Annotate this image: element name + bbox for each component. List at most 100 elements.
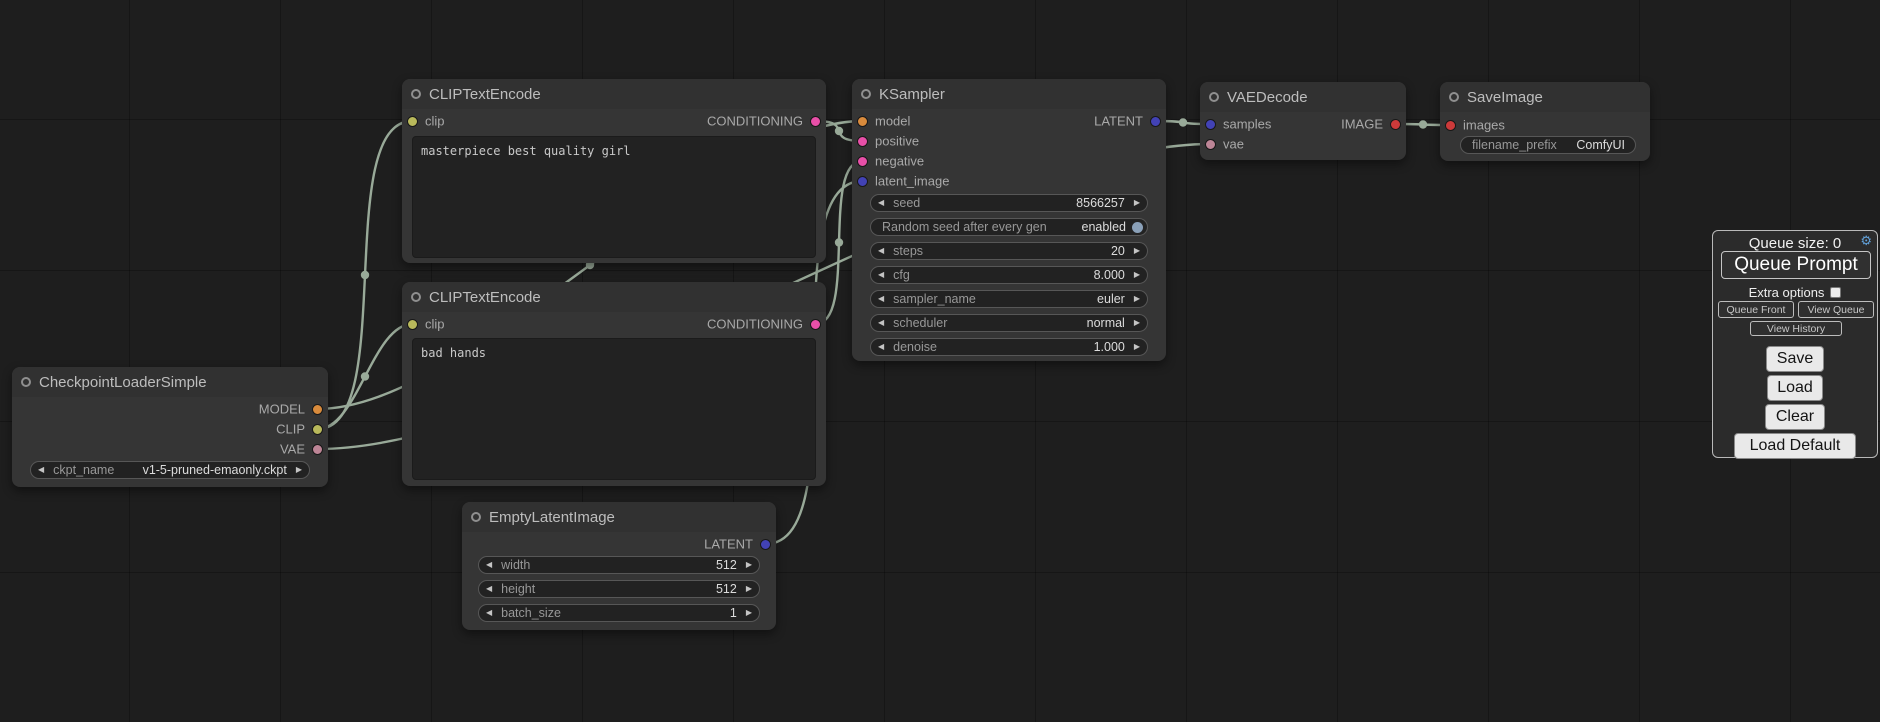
node-clip-text-encode-positive[interactable]: CLIPTextEncode clip CONDITIONING masterp… xyxy=(402,79,826,263)
prev-value-icon[interactable] xyxy=(38,466,44,474)
node-empty-latent-image[interactable]: EmptyLatentImage LATENT width 512 height… xyxy=(462,502,776,630)
save-button[interactable]: Save xyxy=(1766,346,1824,372)
collapse-icon[interactable] xyxy=(861,89,871,99)
node-header[interactable]: CheckpointLoaderSimple xyxy=(12,367,328,397)
node-header[interactable]: SaveImage xyxy=(1440,82,1650,112)
clip-port-icon[interactable] xyxy=(312,424,323,435)
node-header[interactable]: VAEDecode xyxy=(1200,82,1406,112)
widget-label: sampler_name xyxy=(893,292,976,306)
decrement-icon[interactable] xyxy=(486,561,492,569)
negative-prompt-textarea[interactable]: bad hands xyxy=(412,338,816,480)
increment-icon[interactable] xyxy=(1134,199,1140,207)
next-value-icon[interactable] xyxy=(1134,319,1140,327)
toggle-on-icon[interactable] xyxy=(1132,222,1143,233)
next-value-icon[interactable] xyxy=(296,466,302,474)
node-save-image[interactable]: SaveImage images filename_prefix ComfyUI xyxy=(1440,82,1650,161)
load-button[interactable]: Load xyxy=(1767,375,1823,401)
decrement-icon[interactable] xyxy=(878,343,884,351)
queue-size-label: Queue size: 0 xyxy=(1713,235,1877,252)
decrement-icon[interactable] xyxy=(878,199,884,207)
width-widget[interactable]: width 512 xyxy=(478,556,760,574)
node-clip-text-encode-negative[interactable]: CLIPTextEncode clip CONDITIONING bad han… xyxy=(402,282,826,486)
widget-value: 512 xyxy=(716,582,737,596)
conditioning-port-icon[interactable] xyxy=(810,116,821,127)
decrement-icon[interactable] xyxy=(878,271,884,279)
queue-front-button[interactable]: Queue Front xyxy=(1718,301,1794,318)
extra-options-label: Extra options xyxy=(1749,285,1825,300)
decrement-icon[interactable] xyxy=(486,609,492,617)
sampler-name-widget[interactable]: sampler_name euler xyxy=(870,290,1148,308)
view-history-button[interactable]: View History xyxy=(1750,321,1842,336)
increment-icon[interactable] xyxy=(1134,343,1140,351)
settings-gear-icon[interactable] xyxy=(1860,234,1872,247)
output-slot-clip: CLIP xyxy=(12,420,328,438)
clear-button[interactable]: Clear xyxy=(1765,404,1825,430)
slot-label: images xyxy=(1463,118,1505,133)
widget-label: batch_size xyxy=(501,606,561,620)
latent-port-icon[interactable] xyxy=(1150,116,1161,127)
extra-options-checkbox[interactable] xyxy=(1830,287,1841,298)
widget-value: enabled xyxy=(1082,220,1127,234)
seed-widget[interactable]: seed 8566257 xyxy=(870,194,1148,212)
widget-label: Random seed after every gen xyxy=(882,220,1047,234)
node-header[interactable]: EmptyLatentImage xyxy=(462,502,776,532)
view-queue-button[interactable]: View Queue xyxy=(1798,301,1874,318)
widget-value: 1 xyxy=(730,606,737,620)
node-header[interactable]: CLIPTextEncode xyxy=(402,282,826,312)
output-slot-conditioning: CONDITIONING xyxy=(402,112,826,130)
input-slot-vae: vae xyxy=(1200,135,1406,153)
collapse-icon[interactable] xyxy=(1209,92,1219,102)
increment-icon[interactable] xyxy=(746,561,752,569)
image-port-icon[interactable] xyxy=(1390,119,1401,130)
node-checkpoint-loader-simple[interactable]: CheckpointLoaderSimple MODEL CLIP VAE ck… xyxy=(12,367,328,487)
scheduler-widget[interactable]: scheduler normal xyxy=(870,314,1148,332)
prev-value-icon[interactable] xyxy=(878,319,884,327)
decrement-icon[interactable] xyxy=(878,247,884,255)
widget-value: 8.000 xyxy=(1094,268,1125,282)
model-port-icon[interactable] xyxy=(312,404,323,415)
node-header[interactable]: CLIPTextEncode xyxy=(402,79,826,109)
widget-value: normal xyxy=(1087,316,1125,330)
comfyui-node-canvas[interactable]: { "colors": { "MODEL": "#d98b3c", "CLIP"… xyxy=(0,0,1880,722)
positive-prompt-textarea[interactable]: masterpiece best quality girl xyxy=(412,136,816,258)
image-port-icon[interactable] xyxy=(1445,120,1456,131)
increment-icon[interactable] xyxy=(746,585,752,593)
conditioning-port-icon[interactable] xyxy=(810,319,821,330)
vae-port-icon[interactable] xyxy=(1205,139,1216,150)
steps-widget[interactable]: steps 20 xyxy=(870,242,1148,260)
ckpt-name-widget[interactable]: ckpt_name v1-5-pruned-emaonly.ckpt xyxy=(30,461,310,479)
collapse-icon[interactable] xyxy=(471,512,481,522)
collapse-icon[interactable] xyxy=(411,89,421,99)
collapse-icon[interactable] xyxy=(1449,92,1459,102)
increment-icon[interactable] xyxy=(746,609,752,617)
cfg-widget[interactable]: cfg 8.000 xyxy=(870,266,1148,284)
random-seed-toggle-widget[interactable]: Random seed after every gen enabled xyxy=(870,218,1148,236)
increment-icon[interactable] xyxy=(1134,247,1140,255)
decrement-icon[interactable] xyxy=(486,585,492,593)
widget-value: ComfyUI xyxy=(1576,138,1625,152)
latent-port-icon[interactable] xyxy=(857,176,868,187)
queue-prompt-button[interactable]: Queue Prompt xyxy=(1721,251,1871,279)
widget-label: scheduler xyxy=(893,316,947,330)
latent-port-icon[interactable] xyxy=(760,539,771,550)
filename-prefix-widget[interactable]: filename_prefix ComfyUI xyxy=(1460,136,1636,154)
node-header[interactable]: KSampler xyxy=(852,79,1166,109)
denoise-widget[interactable]: denoise 1.000 xyxy=(870,338,1148,356)
node-title: CheckpointLoaderSimple xyxy=(39,374,207,391)
node-ksampler[interactable]: KSampler model positive negative latent_… xyxy=(852,79,1166,361)
widget-value: 8566257 xyxy=(1076,196,1125,210)
vae-port-icon[interactable] xyxy=(312,444,323,455)
prev-value-icon[interactable] xyxy=(878,295,884,303)
widget-value: 20 xyxy=(1111,244,1125,258)
batch-size-widget[interactable]: batch_size 1 xyxy=(478,604,760,622)
collapse-icon[interactable] xyxy=(21,377,31,387)
node-vae-decode[interactable]: VAEDecode samples vae IMAGE xyxy=(1200,82,1406,160)
increment-icon[interactable] xyxy=(1134,271,1140,279)
conditioning-port-icon[interactable] xyxy=(857,136,868,147)
conditioning-port-icon[interactable] xyxy=(857,156,868,167)
slot-label: VAE xyxy=(280,442,305,457)
collapse-icon[interactable] xyxy=(411,292,421,302)
load-default-button[interactable]: Load Default xyxy=(1734,433,1856,459)
next-value-icon[interactable] xyxy=(1134,295,1140,303)
height-widget[interactable]: height 512 xyxy=(478,580,760,598)
